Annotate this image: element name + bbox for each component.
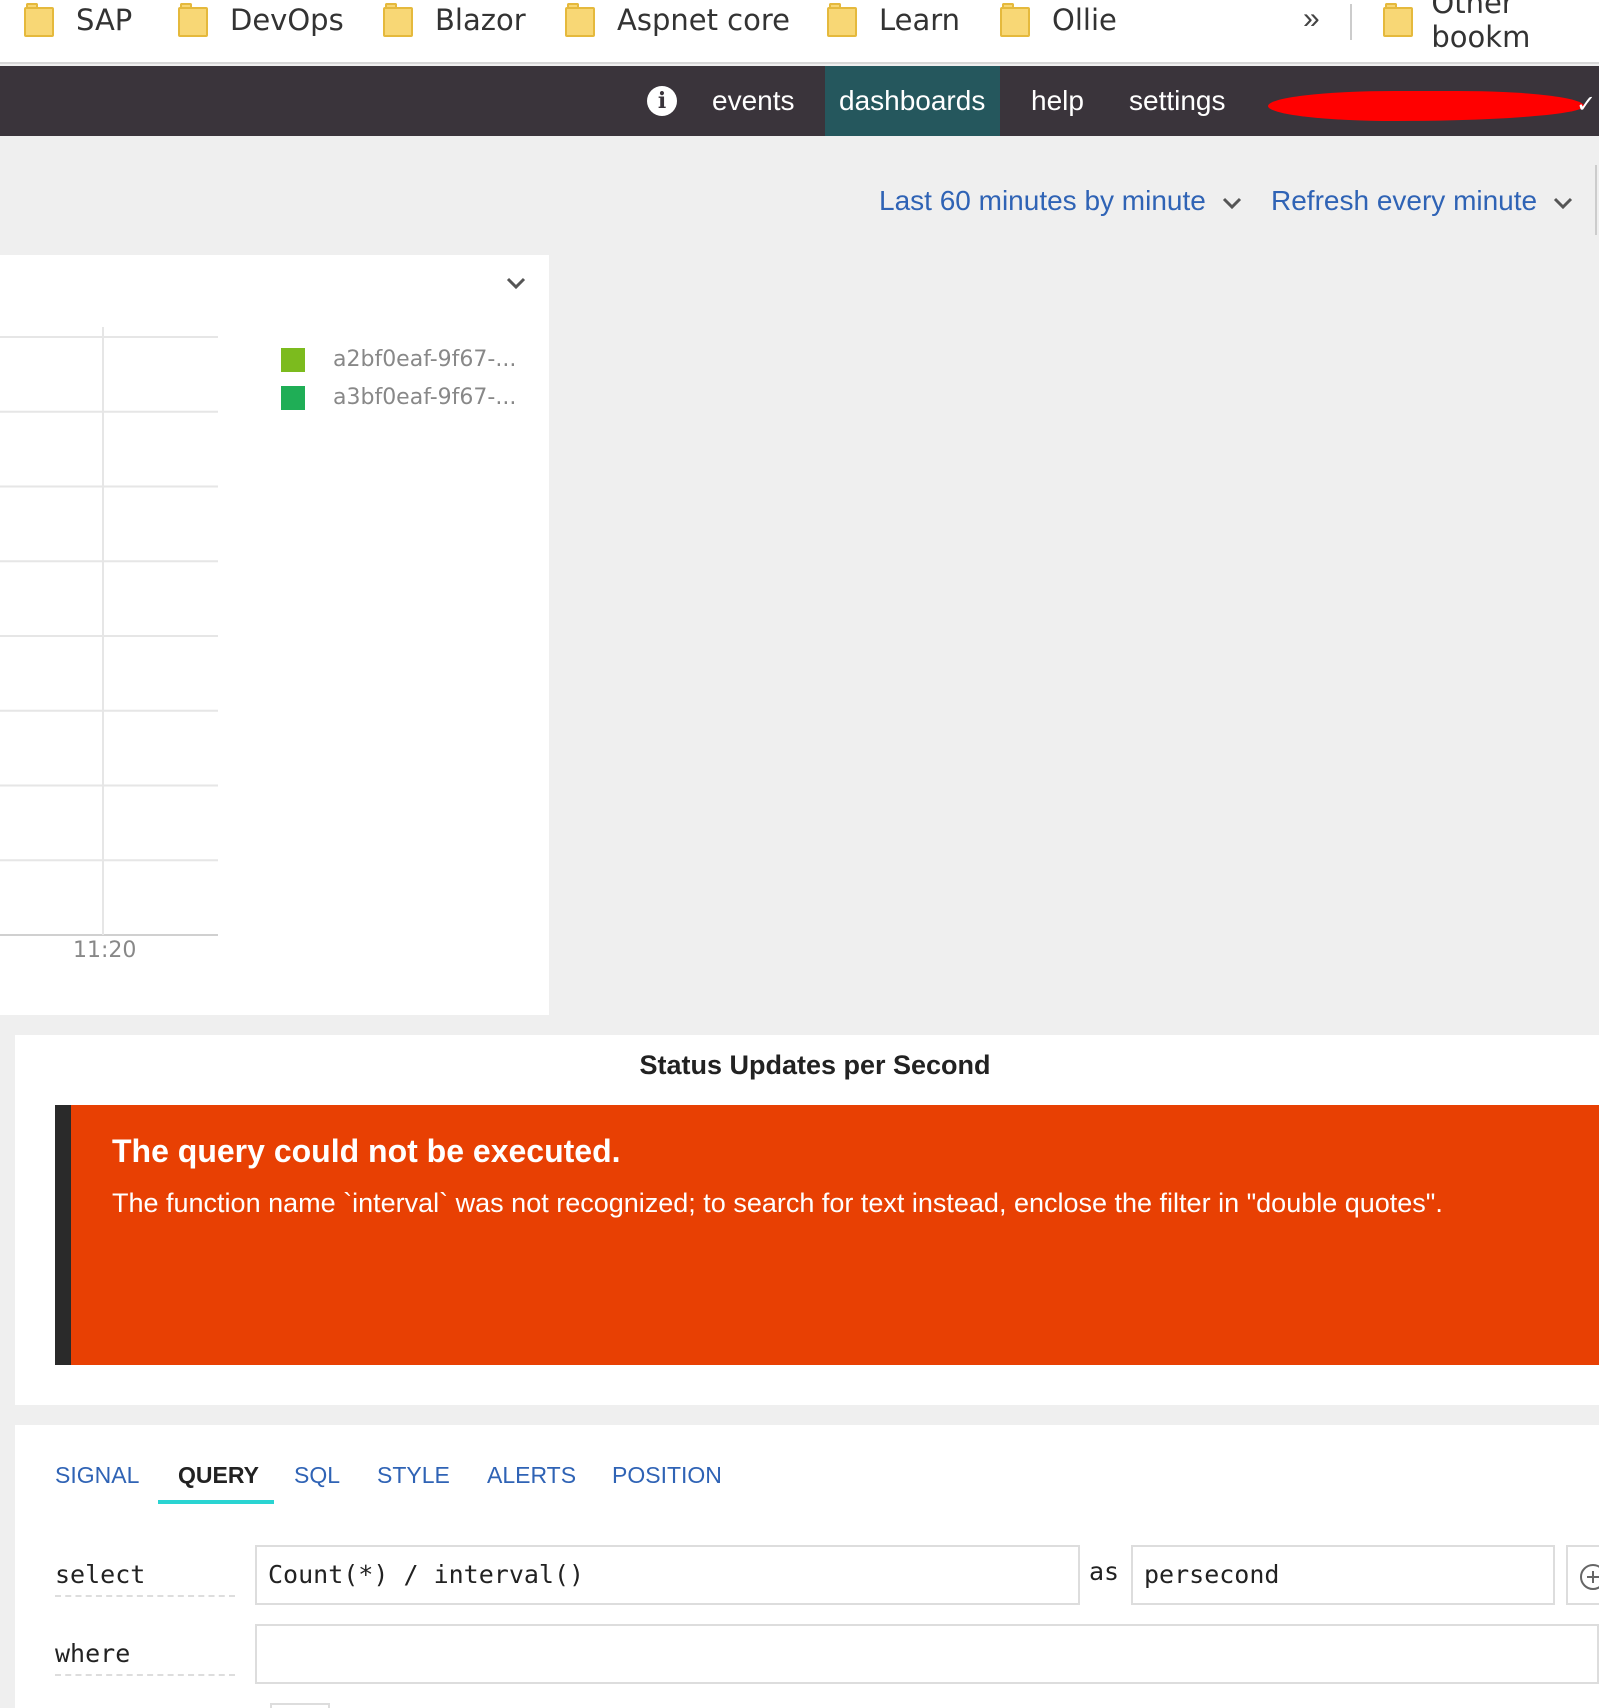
tab-position[interactable]: POSITION: [612, 1462, 722, 1489]
bookmark-devops[interactable]: DevOps: [178, 0, 344, 40]
legend-swatch: [281, 385, 305, 410]
refresh-selector[interactable]: Refresh every minute: [1271, 185, 1573, 217]
bookmarks-bar: SAP DevOps Blazor Aspnet core Learn Olli…: [0, 0, 1599, 64]
chevron-down-icon: [1553, 197, 1572, 209]
bookmark-blazor[interactable]: Blazor: [383, 0, 526, 40]
tab-sql[interactable]: SQL: [294, 1462, 340, 1489]
chevron-down-icon: [1222, 197, 1241, 209]
legend-swatch: [281, 347, 305, 372]
tab-signal[interactable]: SIGNAL: [55, 1462, 139, 1489]
refresh-label: Refresh every minute: [1271, 185, 1538, 216]
nav-dashboards[interactable]: dashboards: [825, 66, 1000, 136]
panel-menu-chevron-icon[interactable]: [505, 275, 527, 291]
chart-panel: a2bf0eaf-9f67-... a3bf0eaf-9f67-... 11:2…: [0, 255, 549, 1015]
legend-label: a3bf0eaf-9f67-...: [333, 385, 517, 410]
add-column-button[interactable]: [1566, 1545, 1599, 1605]
time-range-selector[interactable]: Last 60 minutes by minute: [879, 185, 1242, 217]
tab-query[interactable]: QUERY: [178, 1462, 259, 1489]
error-heading: The query could not be executed.: [112, 1133, 621, 1169]
more-bookmarks-icon[interactable]: »: [1303, 2, 1320, 36]
info-icon[interactable]: i: [647, 86, 677, 116]
bookmark-label: DevOps: [230, 3, 344, 37]
folder-icon: [383, 3, 413, 37]
bookmark-learn[interactable]: Learn: [827, 0, 960, 40]
bookmark-label: Blazor: [435, 3, 526, 37]
panel-title: Status Updates per Second: [639, 1050, 991, 1080]
bookmark-label: Learn: [879, 3, 961, 37]
alias-input[interactable]: persecond: [1131, 1545, 1555, 1605]
active-tab-indicator: [158, 1500, 274, 1504]
x-tick-label: 11:20: [73, 938, 137, 963]
bookmark-label: Aspnet core: [617, 3, 790, 37]
bookmark-label: SAP: [76, 3, 133, 37]
bookmark-sap[interactable]: SAP: [24, 0, 132, 40]
plus-circle-icon: [1580, 1564, 1599, 1590]
bookmark-label: Other bookm: [1431, 0, 1531, 54]
bookmark-label: Ollie: [1052, 3, 1117, 37]
bookmark-ollie[interactable]: Ollie: [1000, 0, 1117, 40]
next-field-edge: [270, 1703, 330, 1708]
select-input[interactable]: Count(*) / interval(): [255, 1545, 1080, 1605]
folder-icon: [827, 3, 857, 37]
error-panel: Status Updates per Second The query coul…: [15, 1035, 1599, 1405]
folder-icon: [1000, 3, 1030, 37]
where-label: where: [55, 1639, 235, 1676]
folder-icon: [565, 3, 595, 37]
bookmark-divider: [1350, 4, 1352, 40]
folder-icon: [178, 3, 208, 37]
bookmark-other[interactable]: Other bookm: [1383, 0, 1599, 54]
check-icon: ✓: [1576, 91, 1597, 118]
legend-item[interactable]: a3bf0eaf-9f67-...: [281, 385, 516, 410]
time-range-label: Last 60 minutes by minute: [879, 185, 1206, 216]
nav-help[interactable]: help: [1031, 66, 1084, 136]
query-editor: SIGNAL QUERY SQL STYLE ALERTS POSITION s…: [15, 1425, 1599, 1708]
tab-alerts[interactable]: ALERTS: [487, 1462, 576, 1489]
where-input[interactable]: [255, 1624, 1599, 1684]
legend-item[interactable]: a2bf0eaf-9f67-...: [281, 347, 516, 372]
toolbar-button-edge[interactable]: [1595, 165, 1599, 235]
folder-icon: [1383, 3, 1413, 37]
error-box: The query could not be executed. The fun…: [55, 1105, 1599, 1365]
error-message: The function name `interval` was not rec…: [112, 1188, 1443, 1218]
nav-events[interactable]: events: [712, 66, 795, 136]
tab-style[interactable]: STYLE: [377, 1462, 450, 1489]
nav-settings[interactable]: settings: [1129, 66, 1226, 136]
select-label: select: [55, 1560, 235, 1597]
as-label: as: [1089, 1557, 1120, 1586]
bookmark-aspnet-core[interactable]: Aspnet core: [565, 0, 790, 40]
folder-icon: [24, 3, 54, 37]
legend-label: a2bf0eaf-9f67-...: [333, 347, 517, 372]
